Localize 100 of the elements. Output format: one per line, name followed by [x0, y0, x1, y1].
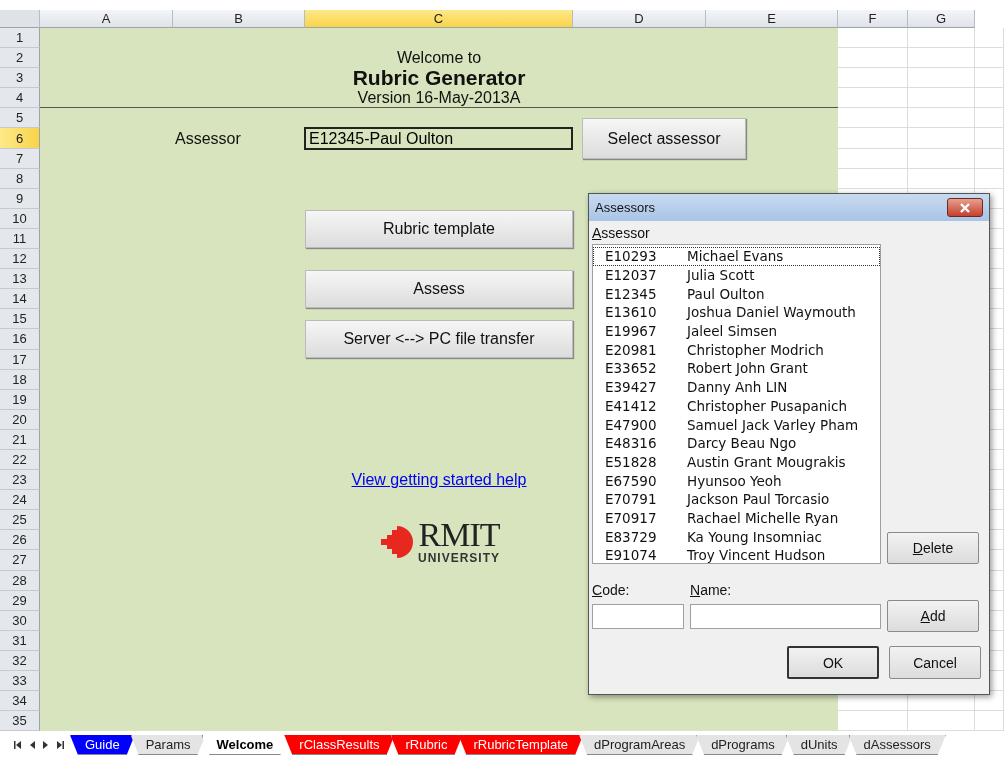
grid-cell[interactable] — [908, 28, 975, 49]
column-header[interactable]: A — [40, 10, 173, 28]
column-header[interactable]: C — [305, 10, 573, 28]
sheet-tab[interactable]: Params — [130, 735, 206, 755]
column-header[interactable]: F — [838, 10, 908, 28]
action-button[interactable]: Assess — [305, 270, 573, 309]
row-header[interactable]: 3 — [0, 68, 40, 89]
name-field[interactable] — [690, 603, 881, 629]
row-header[interactable]: 10 — [0, 208, 40, 229]
row-header[interactable]: 26 — [0, 530, 40, 551]
list-item[interactable]: E19967 Jaleel Simsen — [593, 321, 880, 341]
grid-cell[interactable] — [975, 168, 1004, 189]
list-item[interactable]: E10293 Michael Evans — [593, 247, 880, 266]
grid-cell[interactable] — [908, 128, 975, 149]
action-button[interactable]: Server <--> PC file transfer — [305, 320, 573, 359]
row-header[interactable]: 7 — [0, 148, 40, 169]
sheet-tab[interactable]: rClassResults — [284, 735, 395, 755]
row-header[interactable]: 13 — [0, 269, 40, 290]
sheet-tab[interactable]: dUnits — [785, 735, 853, 755]
row-header[interactable]: 9 — [0, 188, 40, 209]
code-field[interactable] — [592, 603, 684, 629]
sheet-tab[interactable]: rRubric — [390, 735, 463, 755]
column-header[interactable]: D — [573, 10, 706, 28]
row-header[interactable]: 29 — [0, 590, 40, 611]
help-link[interactable]: View getting started help — [351, 471, 527, 490]
select-assessor-button[interactable]: Select assessor — [582, 118, 746, 159]
row-header[interactable]: 35 — [0, 711, 40, 732]
row-header[interactable]: 24 — [0, 490, 40, 511]
column-header[interactable]: G — [908, 10, 975, 28]
grid-cell[interactable] — [908, 48, 975, 69]
grid-cell[interactable] — [975, 148, 1004, 169]
grid-cell[interactable] — [975, 88, 1004, 109]
row-header[interactable]: 22 — [0, 449, 40, 471]
row-header[interactable]: 20 — [0, 409, 40, 430]
row-header[interactable]: 6 — [0, 128, 40, 149]
row-header[interactable]: 21 — [0, 429, 40, 450]
list-item[interactable]: E70917 Rachael Michelle Ryan — [593, 508, 880, 528]
list-item[interactable]: E51828 Austin Grant Mougrakis — [593, 452, 880, 472]
list-item[interactable]: E83729 Ka Young Insomniac — [593, 527, 880, 546]
action-button[interactable]: Rubric template — [305, 209, 573, 248]
row-header[interactable]: 23 — [0, 470, 40, 491]
row-header[interactable]: 1 — [0, 28, 40, 49]
list-item[interactable]: E39427 Danny Anh LIN — [593, 377, 880, 397]
assessor-list[interactable] — [592, 244, 881, 564]
close-button[interactable] — [947, 198, 983, 217]
grid-cell[interactable] — [975, 128, 1004, 149]
grid-cell[interactable] — [975, 108, 1004, 129]
row-header[interactable]: 30 — [0, 610, 40, 631]
row-header[interactable]: 32 — [0, 650, 40, 671]
row-header[interactable]: 14 — [0, 289, 40, 310]
list-item[interactable]: E67590 Hyunsoo Yeoh — [593, 471, 880, 490]
list-item[interactable]: E12345 Paul Oulton — [593, 284, 880, 304]
row-header[interactable]: 12 — [0, 249, 40, 270]
row-header[interactable]: 31 — [0, 630, 40, 651]
list-item[interactable]: E47900 Samuel Jack Varley Pham — [593, 415, 880, 434]
list-item[interactable]: E91074 Troy Vincent Hudson — [593, 546, 880, 565]
row-header[interactable]: 15 — [0, 309, 40, 330]
list-item[interactable]: E33652 Robert John Grant — [593, 359, 880, 378]
row-header[interactable]: 16 — [0, 329, 40, 350]
sheet-nav-icon[interactable] — [56, 741, 64, 749]
row-header[interactable]: 34 — [0, 691, 40, 712]
row-header[interactable]: 8 — [0, 168, 40, 189]
grid-cell[interactable] — [908, 68, 975, 89]
grid-cell[interactable] — [975, 48, 1004, 69]
ok-button[interactable]: OK — [787, 646, 879, 679]
list-item[interactable]: E13610 Joshua Daniel Waymouth — [593, 303, 880, 322]
row-header[interactable]: 2 — [0, 48, 40, 69]
grid-cell[interactable] — [908, 108, 975, 129]
list-item[interactable]: E12037 Julia Scott — [593, 265, 880, 285]
grid-cell[interactable] — [908, 88, 975, 109]
list-item[interactable]: E70791 Jackson Paul Torcasio — [593, 489, 880, 509]
grid-cell[interactable] — [975, 711, 1004, 732]
row-header[interactable]: 33 — [0, 671, 40, 692]
list-item[interactable]: E41412 Christopher Pusapanich — [593, 396, 880, 416]
sheet-nav-icon[interactable] — [14, 741, 22, 749]
delete-button[interactable]: Delete — [887, 532, 979, 564]
sheet-tab[interactable]: dPrograms — [696, 735, 790, 755]
row-header[interactable]: 18 — [0, 369, 40, 390]
select-all-corner[interactable] — [0, 10, 40, 28]
column-header[interactable]: B — [173, 10, 305, 28]
row-header[interactable]: 4 — [0, 88, 40, 109]
sheet-tab[interactable]: dAssessors — [848, 735, 946, 755]
row-header[interactable]: 11 — [0, 228, 40, 250]
row-header[interactable]: 17 — [0, 349, 40, 370]
row-header[interactable]: 5 — [0, 108, 40, 129]
row-header[interactable]: 25 — [0, 510, 40, 531]
grid-cell[interactable] — [908, 148, 975, 169]
list-item[interactable]: E48316 Darcy Beau Ngo — [593, 433, 880, 453]
assessor-cell[interactable]: E12345-Paul Oulton — [304, 127, 573, 150]
row-header[interactable]: 19 — [0, 389, 40, 410]
grid-cell[interactable] — [908, 168, 975, 189]
grid-cell[interactable] — [975, 68, 1004, 89]
grid-cell[interactable] — [975, 28, 1004, 49]
grid-cell[interactable] — [908, 711, 975, 732]
column-header[interactable]: E — [706, 10, 838, 28]
cancel-button[interactable]: Cancel — [889, 646, 981, 679]
sheet-tab[interactable]: Guide — [70, 735, 135, 755]
row-header[interactable]: 27 — [0, 550, 40, 571]
row-header[interactable]: 28 — [0, 570, 40, 591]
add-button[interactable]: Add — [887, 600, 979, 632]
